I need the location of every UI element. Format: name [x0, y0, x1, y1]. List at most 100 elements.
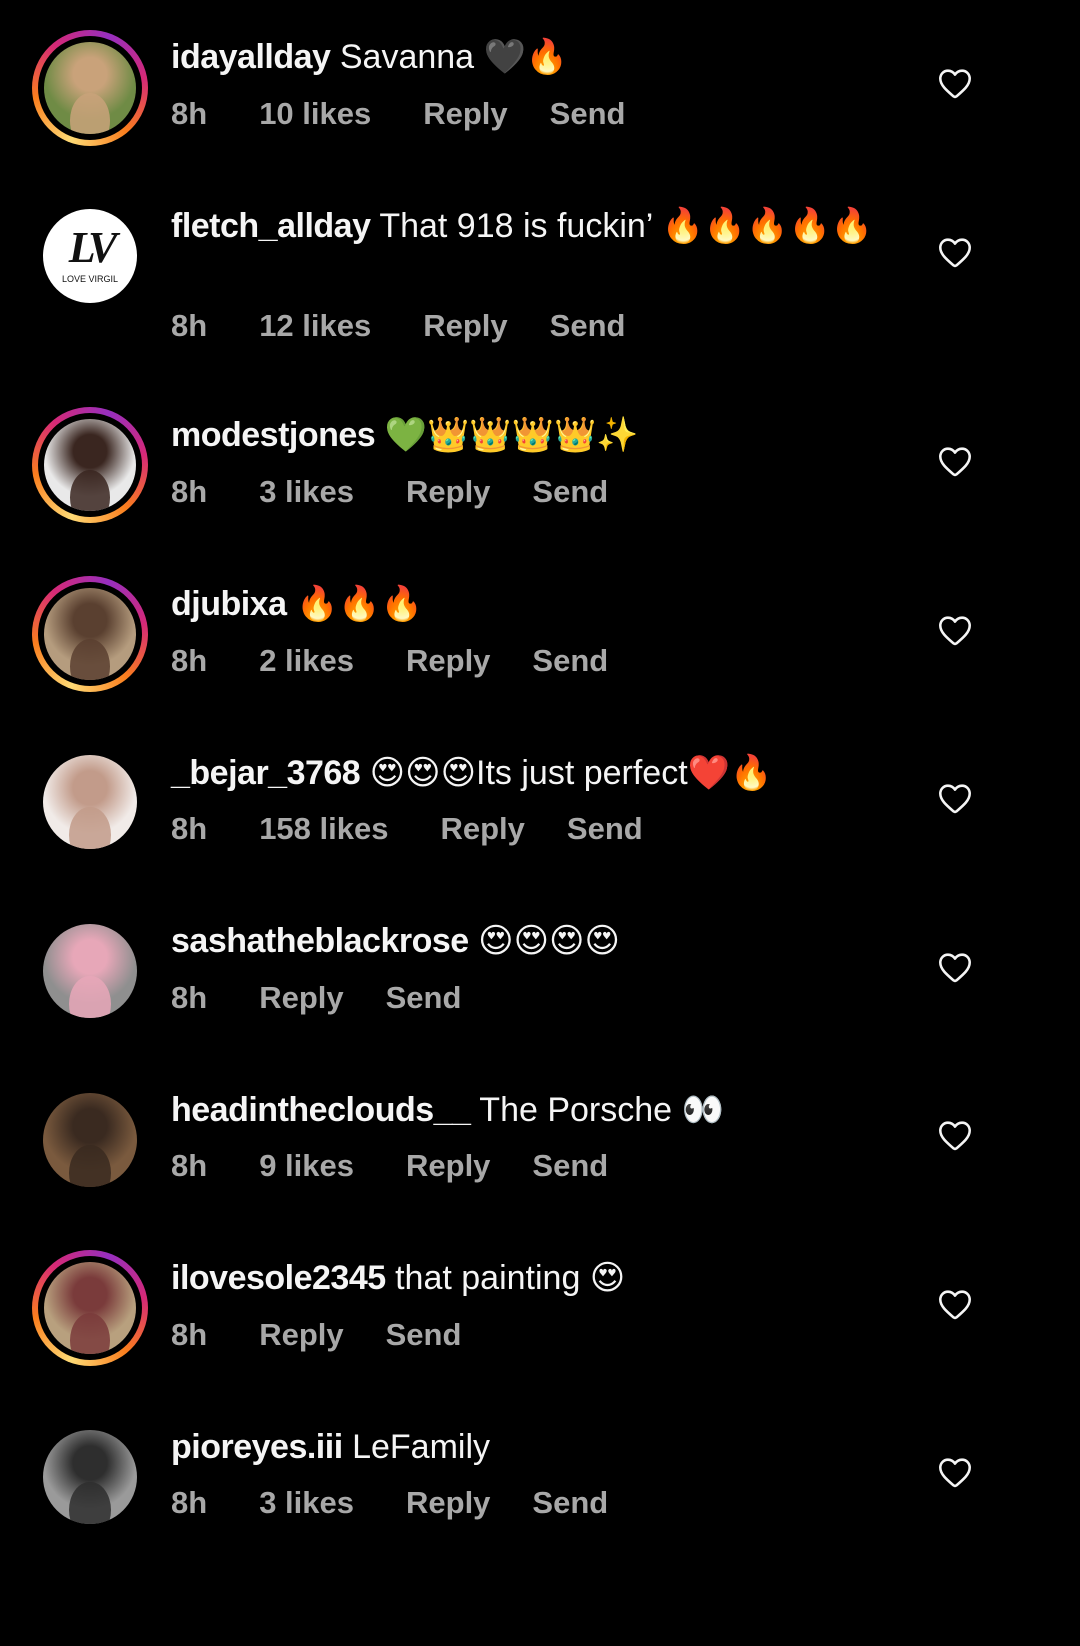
comment-body: 😍😍😍😍	[468, 922, 620, 960]
reply-button[interactable]: Reply	[440, 811, 524, 847]
comment-timestamp: 8h	[171, 811, 208, 846]
avatar-story-ring[interactable]	[32, 576, 148, 692]
avatar-ring-gap	[38, 582, 142, 686]
comment-text-line: idayallday Savanna 🖤🔥	[171, 35, 911, 79]
comment-meta: 8h Reply Send	[171, 980, 461, 1016]
heart-icon[interactable]	[937, 613, 973, 647]
reply-button[interactable]: Reply	[406, 1148, 490, 1184]
send-button[interactable]: Send	[532, 1485, 608, 1521]
comment-meta: 8h 10 likes Reply Send	[171, 96, 625, 132]
heart-icon[interactable]	[937, 1455, 973, 1489]
avatar-photo-figure	[69, 1312, 111, 1354]
send-button[interactable]: Send	[386, 980, 462, 1016]
comment-body: 🔥🔥🔥	[286, 585, 423, 623]
avatar-photo-figure	[69, 975, 111, 1018]
avatar: LV LOVE VIRGIL	[43, 209, 137, 303]
comment-meta: 8h 158 likes Reply Send	[171, 811, 643, 847]
comment-meta: 8h 9 likes Reply Send	[171, 1148, 608, 1184]
comment-username[interactable]: djubixa	[171, 585, 287, 623]
avatar	[44, 1262, 136, 1354]
comment-timestamp: 8h	[171, 643, 208, 678]
comment-username[interactable]: fletch_allday	[171, 207, 371, 245]
comment-text-line: pioreyes.iii LeFamily	[171, 1425, 911, 1469]
send-button[interactable]: Send	[532, 474, 608, 510]
comment-username[interactable]: ilovesole2345	[171, 1259, 386, 1297]
avatar-ring-gap	[38, 36, 142, 140]
avatar	[44, 419, 136, 511]
comment-text-line: djubixa 🔥🔥🔥	[171, 582, 911, 626]
comment-username[interactable]: modestjones	[171, 416, 376, 454]
avatar-container[interactable]: LV LOVE VIRGIL	[32, 198, 148, 314]
comment-username[interactable]: sashatheblackrose	[171, 922, 469, 960]
comment-like-count[interactable]: 2 likes	[259, 643, 354, 679]
send-button[interactable]: Send	[532, 1148, 608, 1184]
avatar	[44, 42, 136, 134]
reply-button[interactable]: Reply	[259, 1317, 343, 1353]
heart-icon[interactable]	[937, 1287, 973, 1321]
comment-body: That 918 is fuckin’ 🔥🔥🔥🔥🔥	[370, 207, 874, 245]
heart-icon[interactable]	[937, 1118, 973, 1152]
reply-button[interactable]: Reply	[406, 474, 490, 510]
avatar-ring-gap	[38, 413, 142, 517]
send-button[interactable]: Send	[550, 96, 626, 132]
avatar-photo-figure	[69, 806, 111, 849]
reply-button[interactable]: Reply	[423, 308, 507, 344]
comment-body: 💚👑👑👑👑✨	[375, 416, 639, 454]
comment-timestamp: 8h	[171, 96, 208, 131]
heart-icon[interactable]	[937, 444, 973, 478]
avatar-logo-mark: LV	[68, 223, 118, 272]
reply-button[interactable]: Reply	[406, 1485, 490, 1521]
comment-username[interactable]: pioreyes.iii	[171, 1428, 343, 1466]
comment-like-count[interactable]: 3 likes	[259, 474, 354, 510]
avatar-photo-figure	[69, 1481, 111, 1524]
send-button[interactable]: Send	[550, 308, 626, 344]
comment-timestamp: 8h	[171, 1148, 208, 1183]
avatar-photo-figure	[69, 469, 111, 511]
comment-text-line: ilovesole2345 that painting 😍	[171, 1256, 911, 1300]
comment-like-count[interactable]: 158 likes	[259, 811, 388, 847]
comment-like-count[interactable]: 3 likes	[259, 1485, 354, 1521]
comment-username[interactable]: idayallday	[171, 38, 331, 76]
avatar-container[interactable]	[32, 913, 148, 1029]
avatar-story-ring[interactable]	[32, 30, 148, 146]
comment-meta: 8h 3 likes Reply Send	[171, 474, 608, 510]
comment-body: LeFamily	[342, 1428, 491, 1466]
send-button[interactable]: Send	[567, 811, 643, 847]
reply-button[interactable]: Reply	[423, 96, 507, 132]
avatar-ring-gap	[38, 1256, 142, 1360]
comment-meta: 8h 12 likes Reply Send	[171, 308, 625, 344]
avatar	[43, 755, 137, 849]
avatar-photo-figure	[69, 1144, 111, 1187]
heart-icon[interactable]	[937, 66, 973, 100]
send-button[interactable]: Send	[532, 643, 608, 679]
comment-like-count[interactable]: 9 likes	[259, 1148, 354, 1184]
avatar-story-ring[interactable]	[32, 407, 148, 523]
comment-timestamp: 8h	[171, 1317, 208, 1352]
comment-like-count[interactable]: 12 likes	[259, 308, 371, 344]
avatar-logo-subtitle: LOVE VIRGIL	[61, 274, 119, 284]
heart-icon[interactable]	[937, 781, 973, 815]
comments-list: idayallday Savanna 🖤🔥 8h 10 likes Reply Send…	[0, 0, 1029, 1568]
comment-meta: 8h 2 likes Reply Send	[171, 643, 608, 679]
comment-body: The Porsche 👀	[470, 1091, 724, 1129]
comment-text-line: _bejar_3768 😍😍😍Its just perfect❤️🔥	[171, 751, 911, 795]
heart-icon[interactable]	[937, 235, 973, 269]
avatar-story-ring[interactable]	[32, 1250, 148, 1366]
comment-meta: 8h 3 likes Reply Send	[171, 1485, 608, 1521]
comment-timestamp: 8h	[171, 474, 208, 509]
comment-like-count[interactable]: 10 likes	[259, 96, 371, 132]
avatar	[43, 924, 137, 1018]
avatar-container[interactable]	[32, 1082, 148, 1198]
send-button[interactable]: Send	[386, 1317, 462, 1353]
avatar	[43, 1093, 137, 1187]
avatar-container[interactable]	[32, 1419, 148, 1535]
avatar-container[interactable]	[32, 744, 148, 860]
reply-button[interactable]: Reply	[406, 643, 490, 679]
heart-icon[interactable]	[937, 950, 973, 984]
comment-timestamp: 8h	[171, 308, 208, 343]
comment-username[interactable]: _bejar_3768	[171, 754, 361, 792]
avatar	[44, 588, 136, 680]
comment-username[interactable]: headintheclouds__	[171, 1091, 471, 1129]
reply-button[interactable]: Reply	[259, 980, 343, 1016]
avatar	[43, 1430, 137, 1524]
